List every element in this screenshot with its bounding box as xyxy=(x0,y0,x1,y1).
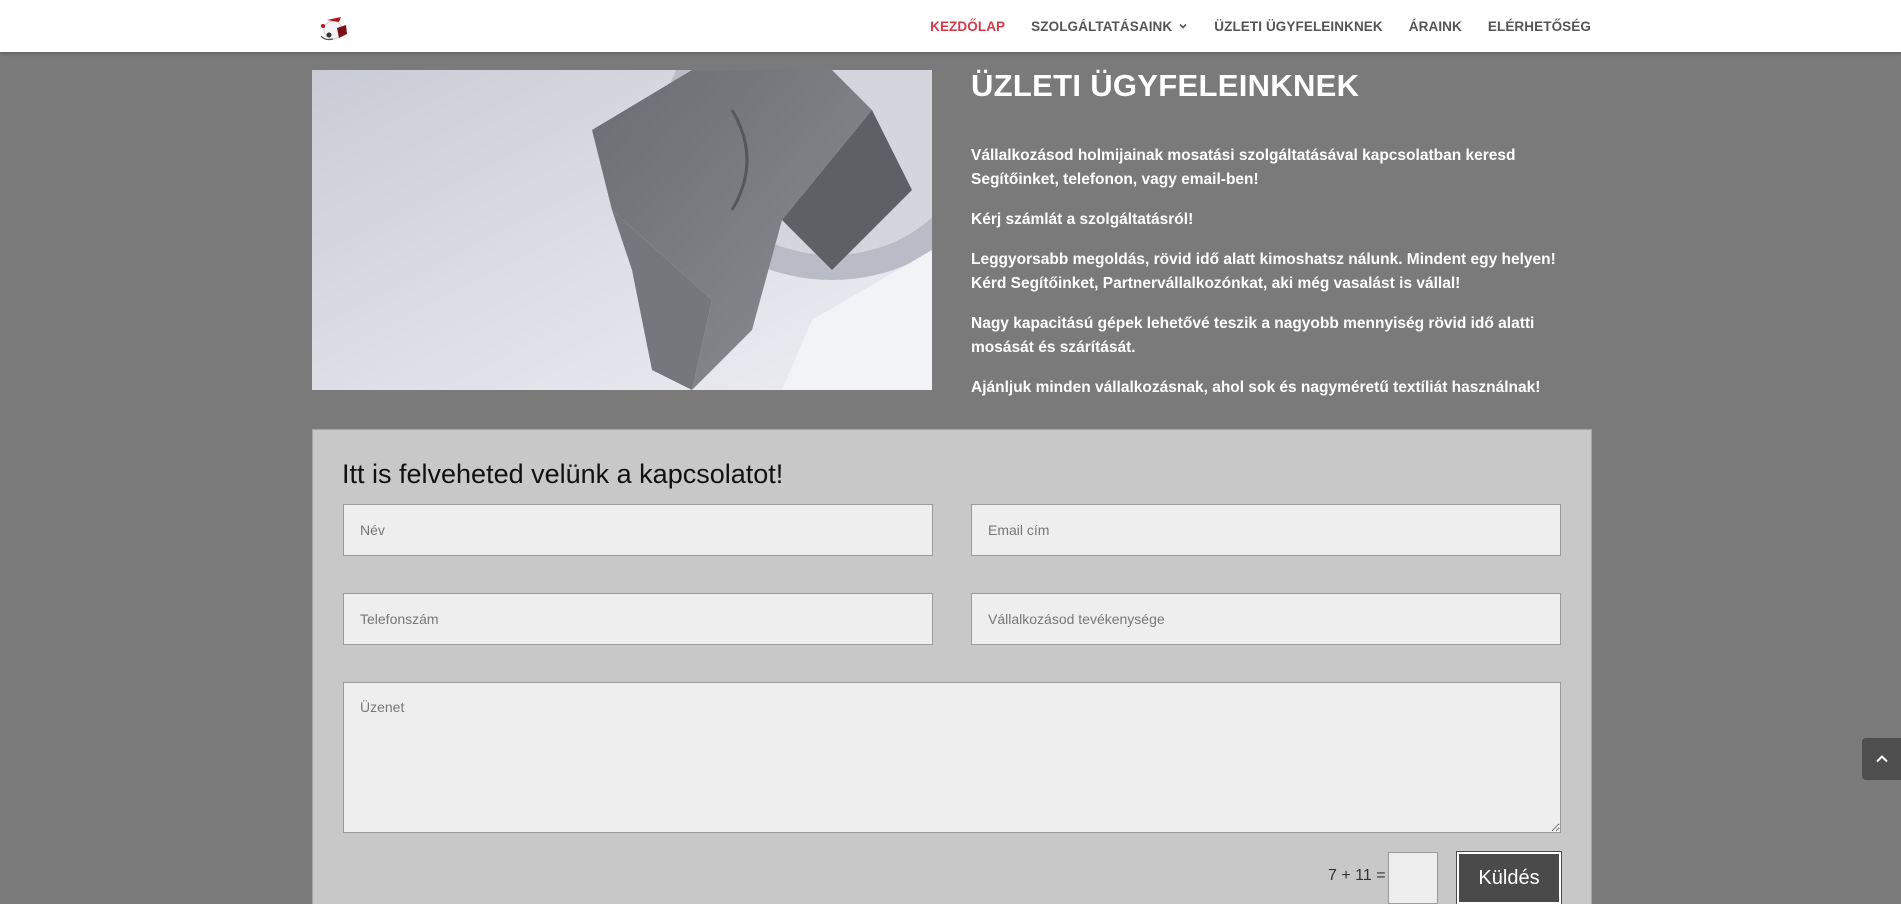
captcha-input[interactable] xyxy=(1388,852,1438,904)
page-title: ÜZLETI ÜGYFELEINKNEK xyxy=(971,68,1360,103)
nav-item-label: ELÉRHETŐSÉG xyxy=(1487,18,1591,34)
back-to-top-button[interactable] xyxy=(1862,738,1901,780)
hero-text: ÜZLETI ÜGYFELEINKNEK Vállalkozásod holmi… xyxy=(971,66,1591,416)
hero-paragraph: Kérj számlát a szolgáltatásról! xyxy=(971,211,1194,228)
hero-image xyxy=(312,70,932,390)
nav-item-label: ÜZLETI ÜGYFELEINKNEK xyxy=(1214,18,1383,34)
nav-item-business-clients[interactable]: ÜZLETI ÜGYFELEINKNEK xyxy=(1214,19,1383,34)
contact-form: Itt is felveheted velünk a kapcsolatot! … xyxy=(312,429,1592,904)
site-header: KEZDŐLAP SZOLGÁLTATÁSAINK ÜZLETI ÜGYFELE… xyxy=(0,0,1901,52)
chevron-up-icon xyxy=(1875,755,1888,763)
chevron-down-icon xyxy=(1179,23,1187,29)
nav-item-contact[interactable]: ELÉRHETŐSÉG xyxy=(1488,19,1591,34)
form-title: Itt is felveheted velünk a kapcsolatot! xyxy=(342,459,784,489)
submit-button[interactable]: Küldés xyxy=(1457,852,1561,904)
nav-item-home[interactable]: KEZDŐLAP xyxy=(930,19,1005,34)
captcha-question: 7 + 11 = xyxy=(1328,867,1386,884)
nav-item-label: ÁRAINK xyxy=(1408,18,1462,34)
nav-item-prices[interactable]: ÁRAINK xyxy=(1409,19,1462,34)
nav-item-services[interactable]: SZOLGÁLTATÁSAINK xyxy=(1031,19,1188,34)
site-logo[interactable] xyxy=(313,8,357,44)
hero-paragraph: Leggyorsabb megoldás, rövid idő alatt ki… xyxy=(971,251,1556,292)
main-nav: KEZDŐLAP SZOLGÁLTATÁSAINK ÜZLETI ÜGYFELE… xyxy=(930,0,1591,52)
hero-paragraph: Nagy kapacitású gépek lehetővé teszik a … xyxy=(971,315,1535,356)
nav-item-label: SZOLGÁLTATÁSAINK xyxy=(1031,18,1173,34)
name-input[interactable] xyxy=(343,504,933,556)
phone-input[interactable] xyxy=(343,593,933,645)
message-textarea[interactable] xyxy=(343,682,1561,833)
business-activity-input[interactable] xyxy=(971,593,1561,645)
nav-item-label: KEZDŐLAP xyxy=(930,18,1006,34)
email-input[interactable] xyxy=(971,504,1561,556)
hero-paragraph: Ajánljuk minden vállalkozásnak, ahol sok… xyxy=(971,379,1541,396)
hero-paragraph: Vállalkozásod holmijainak mosatási szolg… xyxy=(971,147,1516,188)
